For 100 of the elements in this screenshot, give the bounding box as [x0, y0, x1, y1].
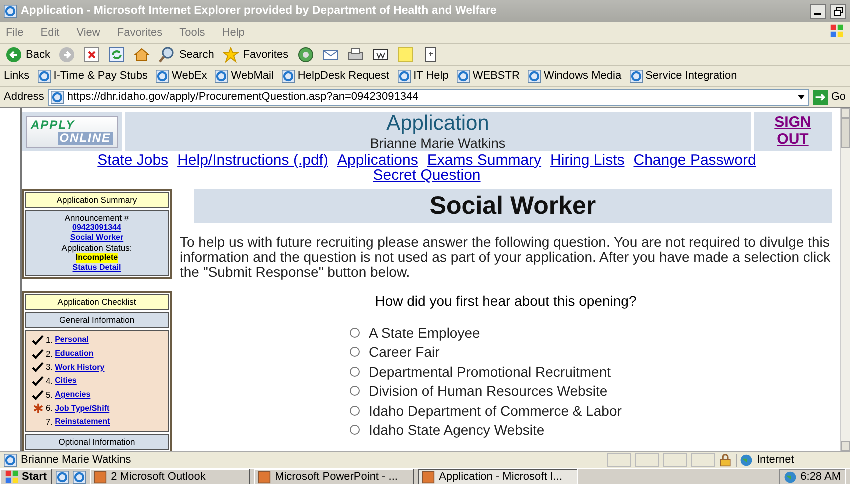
note-icon [398, 46, 414, 62]
checklist-link[interactable]: Personal [55, 335, 89, 344]
menu-item[interactable]: File [6, 26, 24, 38]
page-title: Application [386, 112, 490, 136]
radio-button[interactable] [350, 347, 360, 358]
browser-icon [528, 70, 541, 82]
summary-heading: Application Summary [25, 192, 169, 208]
refresh-icon [109, 46, 126, 62]
minimize-button[interactable] [810, 4, 826, 18]
job-title: Social Worker [430, 192, 596, 220]
summary-link[interactable]: Status Detail [72, 263, 122, 273]
option-label: Idaho Department of Commerce & Labor [369, 402, 622, 419]
summary-text: Announcement # [64, 213, 130, 223]
link-item[interactable]: WebEx [156, 70, 208, 82]
browser-icon [4, 454, 17, 466]
app-icon [94, 470, 108, 484]
taskbar-button[interactable]: Microsoft PowerPoint - ... [254, 469, 414, 484]
link-item[interactable]: I-Time & Pay Stubs [38, 70, 148, 82]
toolbar-button[interactable]: Favorites [223, 46, 289, 62]
toolbar-button[interactable] [372, 46, 389, 62]
app-icon [422, 470, 436, 484]
question-text: How did you first hear about this opening? [374, 293, 638, 309]
browser-icon [73, 470, 86, 484]
status-text: Brianne Marie Watkins [21, 454, 132, 466]
checklist-link[interactable]: Education [55, 349, 94, 358]
browser-icon [56, 470, 70, 484]
star-icon [223, 46, 240, 62]
globe-icon [740, 454, 753, 466]
summary-link[interactable]: 09423091344 [72, 223, 122, 233]
nav-link[interactable]: Secret Question [373, 168, 481, 183]
checklist-link[interactable]: Agencies [55, 390, 91, 400]
toolbar-button[interactable] [298, 46, 314, 62]
restore-icon [834, 6, 842, 16]
toolbar-button[interactable]: Search [159, 46, 214, 62]
status-pane [635, 453, 659, 467]
checklist-link[interactable]: Cities [55, 376, 77, 386]
summary-link[interactable]: Social Worker [70, 233, 124, 243]
search-icon [159, 46, 176, 62]
dropdown-icon[interactable] [797, 92, 806, 102]
browser-icon [51, 90, 64, 104]
home-icon [134, 46, 150, 62]
browser-icon [398, 70, 411, 82]
menu-item[interactable]: Edit [40, 26, 60, 38]
browser-icon [156, 70, 170, 82]
radio-button[interactable] [350, 406, 360, 416]
links-label: Links [4, 70, 30, 82]
lock-icon [719, 454, 732, 466]
radio-button[interactable] [350, 425, 360, 436]
status-pane [607, 453, 631, 467]
start-button[interactable]: Start [0, 469, 52, 484]
option-label: A State Employee [369, 324, 480, 341]
radio-button[interactable] [350, 386, 360, 396]
link-item[interactable]: WebMail [215, 70, 274, 82]
menu-item[interactable]: Favorites [117, 26, 163, 38]
link-item[interactable]: Service Integration [630, 70, 738, 82]
option-label: Division of Human Resources Website [369, 383, 608, 400]
nav-link[interactable]: State Jobs [98, 153, 169, 168]
radio-button[interactable] [350, 328, 360, 338]
taskbar-button[interactable]: 2 Microsoft Outlook [90, 469, 250, 484]
item-number: 7. [46, 416, 54, 427]
menu-item[interactable]: Help [222, 26, 245, 38]
link-item[interactable]: WEBSTR [456, 70, 520, 82]
menu-item[interactable]: Tools [180, 26, 206, 38]
menu-item[interactable]: View [76, 26, 100, 38]
item-number: 2. [46, 348, 54, 359]
app-icon [258, 470, 272, 484]
nav-link[interactable]: Change Password [634, 153, 756, 168]
address-field[interactable]: https://dhr.idaho.gov/apply/ProcurementQuestion.asp?an=09423091344 [48, 88, 810, 106]
item-number: 6. [46, 403, 54, 414]
nav-link[interactable]: Applications [337, 153, 418, 168]
nav-link[interactable]: Help/Instructions (.pdf) [178, 153, 328, 168]
link-item[interactable]: Windows Media [528, 70, 622, 82]
browser-icon [282, 70, 295, 82]
logo: APPLY ONLINE [26, 116, 118, 148]
sign-out-link[interactable]: SIGN OUT [768, 114, 818, 151]
link-item[interactable]: HelpDesk Request [282, 70, 390, 82]
checklist-link[interactable]: Job Type/Shift [55, 404, 110, 413]
checklist-link[interactable]: Reinstatement [55, 417, 110, 426]
clock: 6:28 AM [800, 471, 841, 483]
toolbar-button[interactable] [348, 46, 364, 62]
toolbar-button[interactable] [422, 46, 439, 62]
item-number: 1. [46, 334, 54, 345]
restore-button[interactable] [830, 4, 846, 18]
nav-link[interactable]: Hiring Lists [550, 153, 625, 168]
browser-icon [215, 70, 228, 82]
summary-text: Application Status: [62, 243, 132, 253]
checklist-link[interactable]: Work History [55, 362, 105, 372]
link-item[interactable]: IT Help [398, 70, 449, 82]
toolbar-button[interactable]: Back [6, 46, 50, 62]
scrollbar[interactable] [840, 108, 850, 451]
printer-icon [348, 46, 364, 62]
section-heading: General Information [25, 312, 169, 328]
nav-link[interactable]: Exams Summary [427, 153, 542, 168]
radio-button[interactable] [350, 366, 360, 377]
go-button[interactable]: Go [813, 90, 846, 104]
edit-icon [372, 46, 389, 62]
status-badge: Incomplete [76, 253, 118, 263]
taskbar-button[interactable]: Application - Microsoft I... [418, 469, 578, 484]
item-number: 5. [46, 390, 54, 400]
browser-icon [38, 70, 51, 82]
